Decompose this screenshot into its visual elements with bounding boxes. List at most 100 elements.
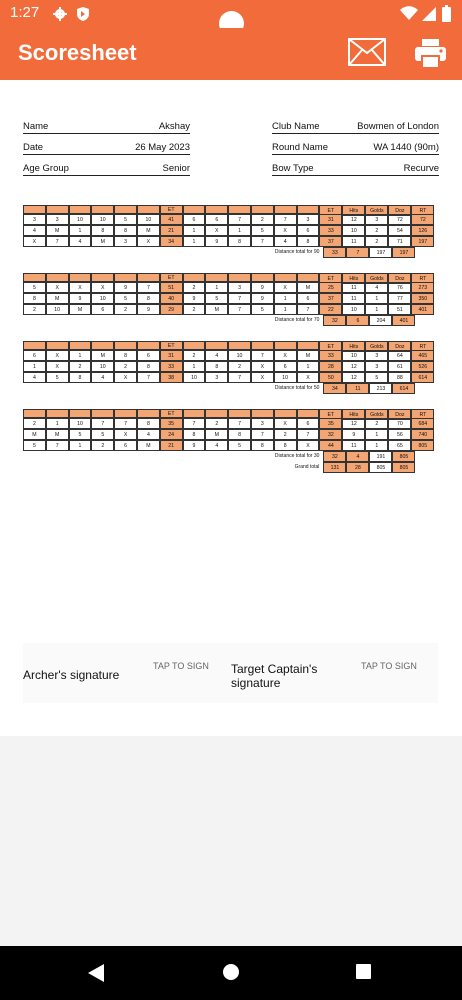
arrow-score: 7 [250, 236, 274, 247]
captain-tap-to-sign[interactable]: TAP TO SIGN [361, 661, 417, 671]
arrow-score: 8 [228, 236, 251, 247]
arrow-score: 9 [205, 236, 229, 247]
grand-total-value: 805 [392, 462, 416, 473]
header-cell [296, 273, 320, 282]
page-title: Scoresheet [18, 40, 137, 65]
nav-bar [0, 946, 462, 1000]
arrow-score: 3 [250, 418, 274, 429]
arrow-score: M [136, 440, 160, 451]
arrow-score: 8 [136, 293, 160, 304]
arrow-score: 4 [205, 440, 229, 451]
arrow-score: 7 [136, 372, 160, 383]
age-row: Age Group Senior [23, 155, 190, 176]
archer-signature-label: Archer's signature [23, 668, 120, 682]
arrow-score: 3 [23, 214, 46, 225]
distance-total-value: 197 [369, 247, 393, 258]
header-cell [114, 341, 137, 350]
name-label: Name [23, 121, 49, 132]
arrow-score: X [273, 350, 297, 361]
arrow-score: 10 [91, 293, 115, 304]
header-cell [136, 341, 160, 350]
distance-total-row: Distance total for 90 33 7 197 197 [229, 247, 416, 258]
print-icon[interactable] [415, 39, 446, 69]
grand-total-value: 28 [346, 462, 370, 473]
dozen-value: 71 [388, 236, 412, 247]
arrow-score: 6 [136, 350, 160, 361]
arrow-score: 10 [91, 361, 115, 372]
bow-row: Bow Type Recurve [272, 155, 439, 176]
home-icon[interactable] [223, 964, 239, 980]
header-cell [296, 409, 320, 418]
golds-value: 2 [365, 225, 389, 236]
end-total: 21 [159, 440, 183, 451]
end-total: 44 [319, 440, 343, 451]
status-bar: 1:27 [0, 0, 462, 36]
arrow-score: 7 [250, 350, 274, 361]
header-et: ET [159, 273, 183, 282]
arrow-score: M [136, 225, 160, 236]
arrow-score: 2 [228, 361, 251, 372]
arrow-score: 7 [228, 293, 251, 304]
header-cell [68, 205, 92, 214]
arrow-score: 7 [136, 282, 160, 293]
distance-total-value: 34 [323, 383, 347, 394]
header-cell [205, 341, 229, 350]
distance-total-value: 401 [392, 315, 416, 326]
hits-value: 10 [342, 350, 366, 361]
arrow-score: 5 [114, 214, 137, 225]
distance-total-value: 6 [346, 315, 370, 326]
end-total: 32 [319, 429, 343, 440]
recents-icon[interactable] [356, 964, 371, 979]
mail-icon[interactable] [348, 38, 386, 66]
header-cell [296, 205, 320, 214]
archer-info-right: Club Name Bowmen of London Round Name WA 1… [272, 113, 439, 176]
arrow-score: 1 [296, 361, 320, 372]
running-total: 805 [411, 440, 435, 451]
arrow-score: M [23, 429, 46, 440]
arrow-score: 5 [23, 282, 46, 293]
header-cell [114, 273, 137, 282]
arrow-score: 8 [205, 361, 229, 372]
end-total: 35 [319, 418, 343, 429]
end-total: 25 [319, 282, 343, 293]
golds-value: 5 [365, 372, 389, 383]
archer-tap-to-sign[interactable]: TAP TO SIGN [153, 661, 209, 671]
distance-total-row: Distance total for 70 32 6 204 401 [229, 315, 416, 326]
running-total: 465 [411, 350, 435, 361]
arrow-score: 10 [136, 214, 160, 225]
arrow-score: 7 [296, 304, 320, 315]
club-label: Club Name [272, 121, 320, 132]
arrow-score: X [273, 225, 297, 236]
bow-value: Recurve [403, 163, 439, 174]
arrow-score: 2 [205, 418, 229, 429]
end-total: 41 [159, 214, 183, 225]
arrow-score: 6 [273, 361, 297, 372]
distance-total-row: Distance total for 30 32 4 191 805 [229, 451, 416, 462]
end-total: 38 [159, 372, 183, 383]
hits-value: 10 [342, 304, 366, 315]
distance-total-value: 204 [369, 315, 393, 326]
header-cell [250, 409, 274, 418]
running-total: 740 [411, 429, 435, 440]
arrow-score: 1 [228, 225, 251, 236]
end-total: 37 [319, 236, 343, 247]
header-cell [68, 273, 92, 282]
distance-total-row: Distance total for 50 34 11 213 614 [229, 383, 416, 394]
end-total: 40 [159, 293, 183, 304]
dozen-value: 77 [388, 293, 412, 304]
arrow-score: 3 [114, 236, 137, 247]
back-icon[interactable] [88, 964, 104, 982]
arrow-score: 8 [136, 418, 160, 429]
arrow-score: 5 [91, 429, 115, 440]
arrow-score: 1 [68, 225, 92, 236]
arrow-score: 5 [228, 440, 251, 451]
golds-value: 2 [365, 236, 389, 247]
header-cell [205, 409, 229, 418]
header-cell [23, 341, 46, 350]
header-cell [45, 273, 69, 282]
arrow-score: M [296, 350, 320, 361]
table-row: 6 X 1 M 8 6 31 2 4 10 7 X M 33 10 3 64 465 [23, 350, 435, 361]
header-cell [23, 409, 46, 418]
arrow-score: 7 [296, 429, 320, 440]
header-et: ET [159, 205, 183, 214]
